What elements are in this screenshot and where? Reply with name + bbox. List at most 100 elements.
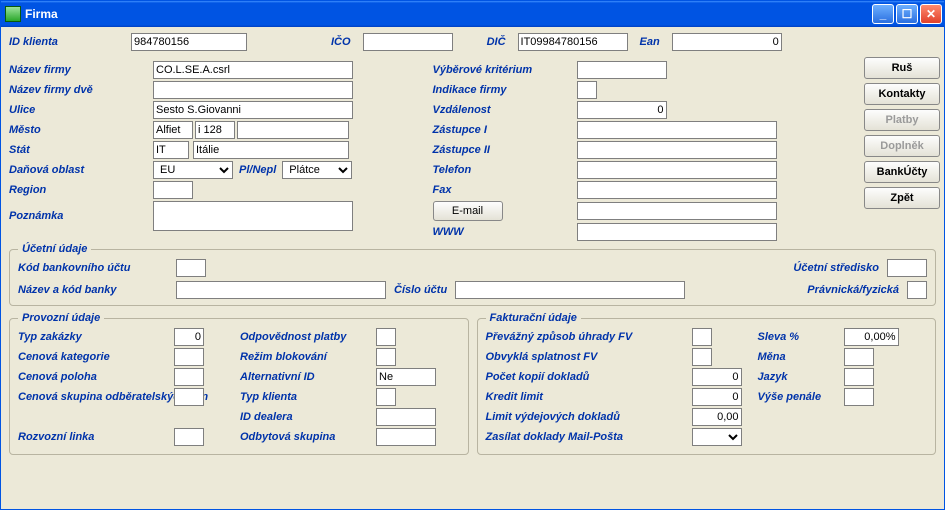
selcrit-input[interactable] bbox=[577, 61, 667, 79]
accounting-group: Účetní údaje Kód bankovního účtu Účetní … bbox=[9, 243, 936, 306]
operational-group: Provozní údaje Typ zakázky Odpovědnost p… bbox=[9, 312, 469, 455]
street-label: Ulice bbox=[9, 104, 149, 116]
issuelimit-label: Limit výdejových dokladů bbox=[486, 411, 686, 423]
blockmode-label: Režim blokování bbox=[240, 351, 370, 363]
blockmode-input[interactable] bbox=[376, 348, 396, 366]
minimize-button[interactable]: _ bbox=[872, 4, 894, 24]
city-a-input[interactable] bbox=[153, 121, 193, 139]
indfirm-input[interactable] bbox=[577, 81, 597, 99]
cancel-button[interactable]: Ruš bbox=[864, 57, 940, 79]
dic-input[interactable] bbox=[518, 33, 628, 51]
main-form: Název firmy Název firmy dvě Ulice Město … bbox=[9, 61, 846, 243]
rep2-input[interactable] bbox=[577, 141, 777, 159]
street-input[interactable] bbox=[153, 101, 353, 119]
acctnum-input[interactable] bbox=[455, 281, 685, 299]
bankaccounts-button[interactable]: BankÚčty bbox=[864, 161, 940, 183]
selcrit-label: Výběrové kritérium bbox=[433, 64, 573, 76]
email-input[interactable] bbox=[577, 202, 777, 220]
lang-label: Jazyk bbox=[758, 371, 838, 383]
copies-label: Počet kopií dokladů bbox=[486, 371, 686, 383]
lang-input[interactable] bbox=[844, 368, 874, 386]
dealerid-input[interactable] bbox=[376, 408, 436, 426]
dealerid-label: ID dealera bbox=[240, 411, 370, 423]
phone-input[interactable] bbox=[577, 161, 777, 179]
payer-label: Pl/Nepl bbox=[239, 164, 276, 176]
paymethod-input[interactable] bbox=[692, 328, 712, 346]
pricegroup-input[interactable] bbox=[174, 388, 204, 406]
ordertype-input[interactable] bbox=[174, 328, 204, 346]
indfirm-label: Indikace firmy bbox=[433, 84, 573, 96]
company-name-input[interactable] bbox=[153, 61, 353, 79]
fax-label: Fax bbox=[433, 184, 573, 196]
pricecat-input[interactable] bbox=[174, 348, 204, 366]
window-buttons: _ ☐ ✕ bbox=[872, 4, 942, 24]
issuelimit-input[interactable] bbox=[692, 408, 742, 426]
state-code-input[interactable] bbox=[153, 141, 189, 159]
back-button[interactable]: Zpět bbox=[864, 187, 940, 209]
center-input[interactable] bbox=[887, 259, 927, 277]
maximize-button[interactable]: ☐ bbox=[896, 4, 918, 24]
note-label: Poznámka bbox=[9, 210, 149, 222]
salesgroup-label: Odbytová skupina bbox=[240, 431, 370, 443]
deliveryline-input[interactable] bbox=[174, 428, 204, 446]
contacts-button[interactable]: Kontakty bbox=[864, 83, 940, 105]
legal-input[interactable] bbox=[907, 281, 927, 299]
bankname-label: Název a kód banky bbox=[18, 284, 168, 296]
ico-input[interactable] bbox=[363, 33, 453, 51]
due-input[interactable] bbox=[692, 348, 712, 366]
payer-select[interactable]: Plátce bbox=[282, 161, 352, 179]
city-b-input[interactable] bbox=[195, 121, 235, 139]
bankcode-label: Kód bankovního účtu bbox=[18, 262, 168, 274]
discount-input[interactable] bbox=[844, 328, 899, 346]
currency-input[interactable] bbox=[844, 348, 874, 366]
close-button[interactable]: ✕ bbox=[920, 4, 942, 24]
company-name2-label: Název firmy dvě bbox=[9, 84, 149, 96]
senddocs-select[interactable] bbox=[692, 428, 742, 446]
taxarea-select[interactable]: EU bbox=[153, 161, 233, 179]
company-name2-input[interactable] bbox=[153, 81, 353, 99]
ean-label: Ean bbox=[640, 36, 660, 48]
operational-legend: Provozní údaje bbox=[18, 312, 104, 324]
client-area: ID klienta IČO DIČ Ean Ruš Kontakty Plat… bbox=[1, 27, 944, 509]
payresp-input[interactable] bbox=[376, 328, 396, 346]
pricepos-label: Cenová poloha bbox=[18, 371, 168, 383]
salesgroup-input[interactable] bbox=[376, 428, 436, 446]
bankname-input[interactable] bbox=[176, 281, 386, 299]
currency-label: Měna bbox=[758, 351, 838, 363]
ordertype-label: Typ zakázky bbox=[18, 331, 168, 343]
window-title: Firma bbox=[25, 7, 872, 21]
invoicing-legend: Fakturační údaje bbox=[486, 312, 581, 324]
accounting-legend: Účetní údaje bbox=[18, 243, 91, 255]
addon-button[interactable]: Doplněk bbox=[864, 135, 940, 157]
city-c-input[interactable] bbox=[237, 121, 349, 139]
company-name-label: Název firmy bbox=[9, 64, 149, 76]
clienttype-input[interactable] bbox=[376, 388, 396, 406]
id-klienta-label: ID klienta bbox=[9, 36, 119, 48]
fax-input[interactable] bbox=[577, 181, 777, 199]
payments-button[interactable]: Platby bbox=[864, 109, 940, 131]
creditlimit-input[interactable] bbox=[692, 388, 742, 406]
id-klienta-input[interactable] bbox=[131, 33, 247, 51]
pricepos-input[interactable] bbox=[174, 368, 204, 386]
email-button[interactable]: E-mail bbox=[433, 201, 503, 221]
senddocs-label: Zasílat doklady Mail-Pošta bbox=[486, 431, 686, 443]
clienttype-label: Typ klienta bbox=[240, 391, 370, 403]
creditlimit-label: Kredit limit bbox=[486, 391, 686, 403]
window: Firma _ ☐ ✕ ID klienta IČO DIČ Ean Ruš K… bbox=[0, 0, 945, 510]
bankcode-input[interactable] bbox=[176, 259, 206, 277]
city-label: Město bbox=[9, 124, 149, 136]
invoicing-group: Fakturační údaje Převážný způsob úhrady … bbox=[477, 312, 937, 455]
state-name-input[interactable] bbox=[193, 141, 349, 159]
penalty-label: Výše penále bbox=[758, 391, 838, 403]
ean-input[interactable] bbox=[672, 33, 782, 51]
copies-input[interactable] bbox=[692, 368, 742, 386]
region-input[interactable] bbox=[153, 181, 193, 199]
altid-input[interactable] bbox=[376, 368, 436, 386]
penalty-input[interactable] bbox=[844, 388, 874, 406]
note-input[interactable] bbox=[153, 201, 353, 231]
rep2-label: Zástupce II bbox=[433, 144, 573, 156]
rep1-input[interactable] bbox=[577, 121, 777, 139]
distance-label: Vzdálenost bbox=[433, 104, 573, 116]
distance-input[interactable] bbox=[577, 101, 667, 119]
www-input[interactable] bbox=[577, 223, 777, 241]
